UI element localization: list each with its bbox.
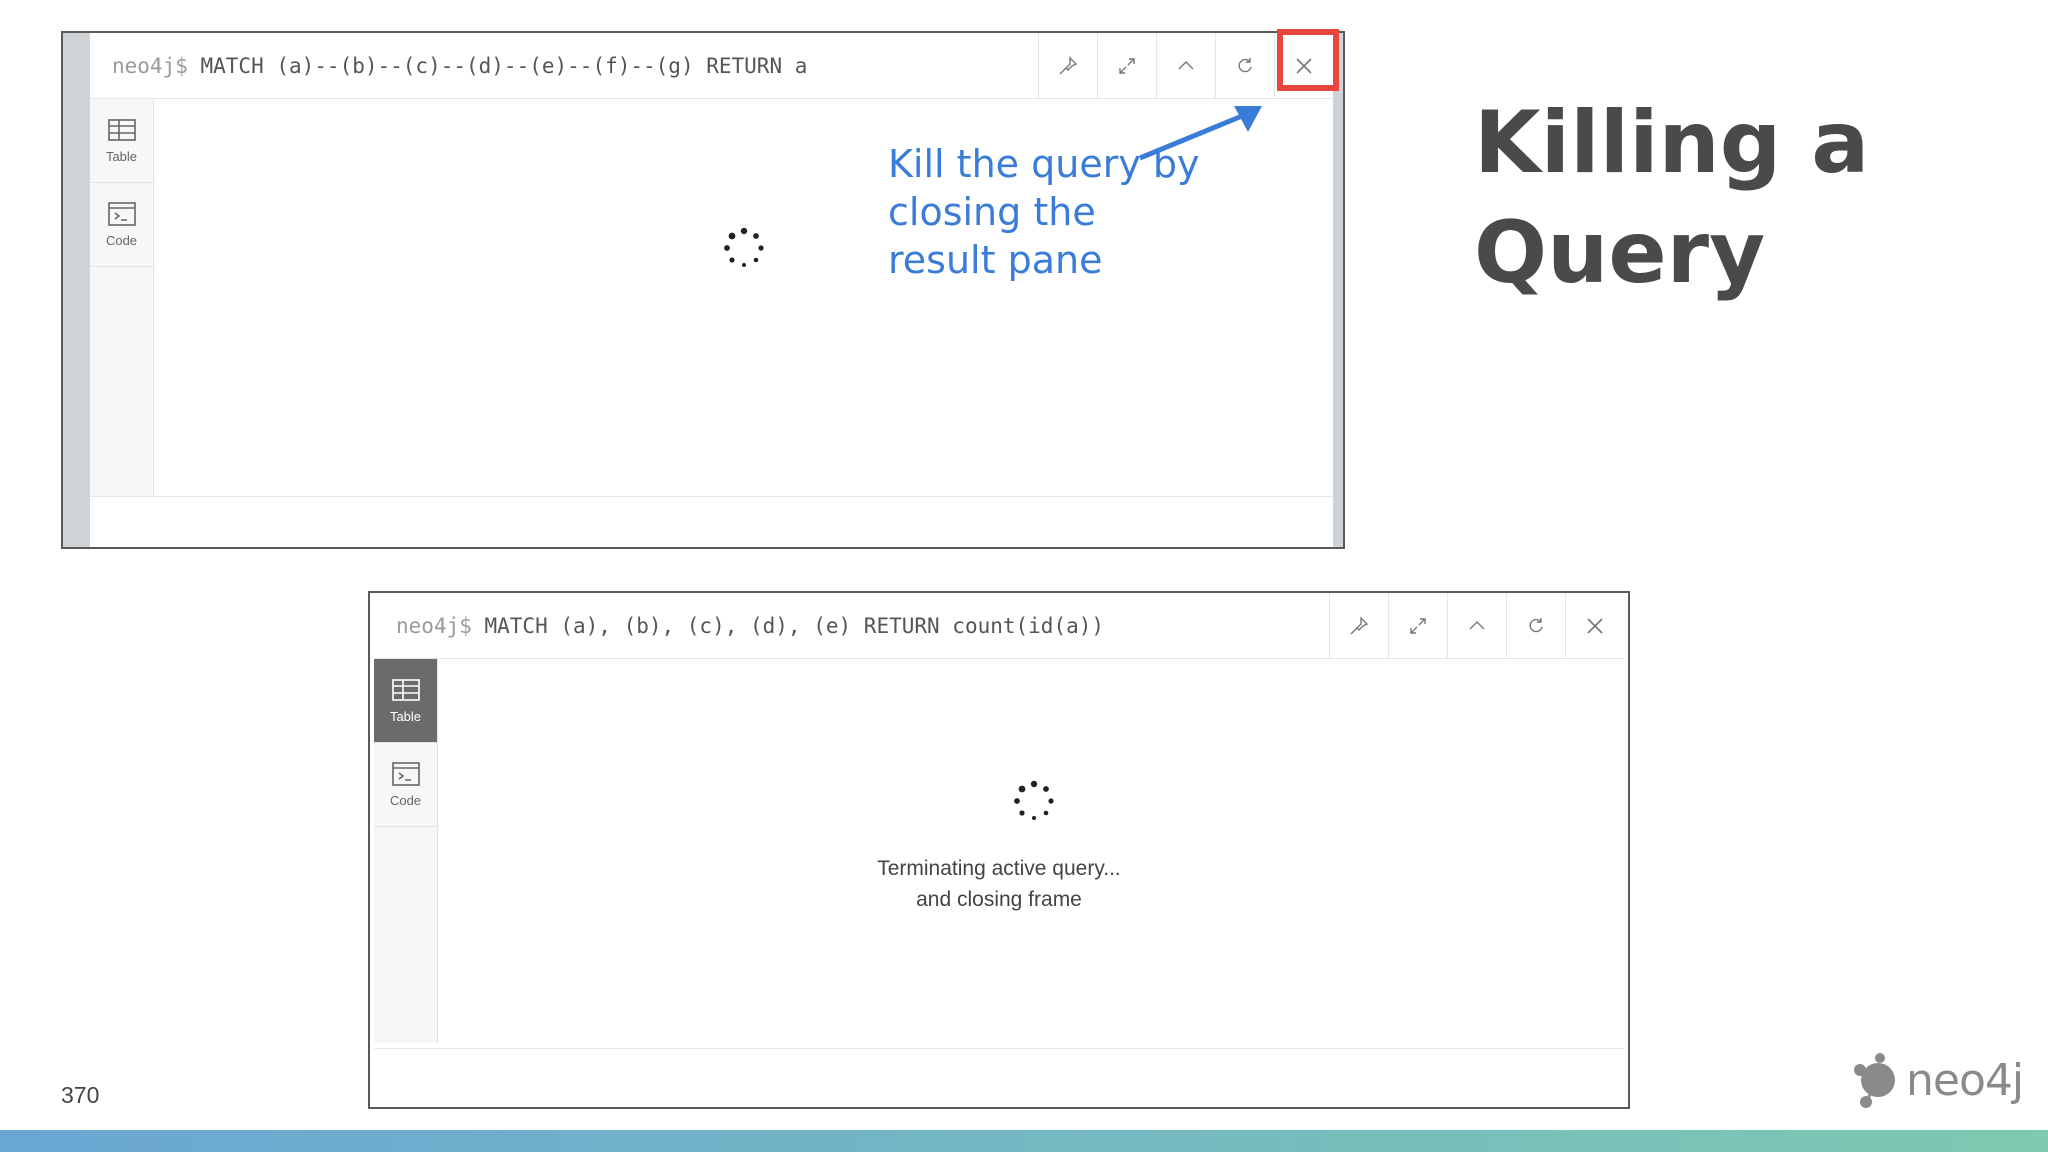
spinner-icon	[1014, 780, 1054, 820]
frame-header: neo4j$ MATCH (a)--(b)--(c)--(d)--(e)--(f…	[90, 29, 1339, 99]
frame-header: neo4j$ MATCH (a), (b), (c), (d), (e) RET…	[374, 593, 1624, 659]
code-icon	[391, 762, 420, 786]
table-icon	[107, 119, 136, 141]
frame-toolbar	[1038, 29, 1339, 99]
expand-button[interactable]	[1097, 33, 1156, 99]
collapse-button[interactable]	[1156, 33, 1215, 99]
footer-gradient-bar	[0, 1130, 2048, 1152]
expand-icon	[1410, 618, 1426, 634]
frame-sidebar: Table Code	[374, 659, 438, 1043]
prompt-label: neo4j$	[112, 54, 188, 78]
annotation-line: result pane	[888, 238, 1103, 282]
frame-right-scrollbar[interactable]	[1333, 33, 1343, 547]
spinner-icon	[724, 227, 764, 267]
chevron-up-icon	[1469, 621, 1485, 630]
pin-icon	[1059, 56, 1078, 75]
loading-spinner	[722, 226, 766, 275]
title-line: Killing a	[1474, 93, 1870, 193]
table-icon	[391, 679, 420, 701]
page-number: 370	[61, 1082, 100, 1108]
slide-title: Killing a Query	[1474, 88, 1869, 308]
rerun-button[interactable]	[1215, 33, 1274, 99]
annotation-arrow	[1139, 106, 1262, 161]
terminating-message: Terminating active query... and closing …	[370, 853, 1628, 915]
close-button[interactable]	[1274, 29, 1339, 99]
neo4j-logo: neo4j	[1850, 1050, 2024, 1110]
frame-footer	[374, 1048, 1624, 1107]
sidebar-item-table[interactable]: Table	[374, 659, 437, 743]
refresh-icon	[1529, 618, 1543, 633]
sidebar-item-label: Code	[105, 233, 138, 248]
close-icon	[1587, 618, 1603, 634]
logo-text: neo4j	[1906, 1054, 2024, 1106]
query-text[interactable]: neo4j$ MATCH (a)--(b)--(c)--(d)--(e)--(f…	[112, 33, 807, 99]
pin-icon	[1350, 616, 1369, 635]
expand-icon	[1119, 58, 1135, 74]
expand-button[interactable]	[1388, 593, 1447, 659]
frame-left-strip	[63, 33, 90, 547]
query-string: MATCH (a)--(b)--(c)--(d)--(e)--(f)--(g) …	[187, 54, 808, 78]
chevron-up-icon	[1178, 61, 1194, 70]
frame-footer	[90, 496, 1333, 547]
query-text[interactable]: neo4j$ MATCH (a), (b), (c), (d), (e) RET…	[396, 593, 1104, 659]
pin-button[interactable]	[1038, 33, 1097, 99]
code-icon	[107, 202, 136, 226]
sidebar-item-label: Table	[105, 149, 138, 164]
loading-spinner	[1012, 779, 1056, 828]
query-string: MATCH (a), (b), (c), (d), (e) RETURN cou…	[471, 614, 1105, 638]
annotation-line: closing the	[888, 190, 1096, 234]
prompt-label: neo4j$	[396, 614, 472, 638]
close-highlight-box	[1277, 29, 1339, 91]
title-line: Query	[1474, 203, 1766, 303]
refresh-icon	[1238, 58, 1252, 73]
result-frame-2: neo4j$ MATCH (a), (b), (c), (d), (e) RET…	[368, 591, 1630, 1109]
status-line: and closing frame	[916, 888, 1082, 911]
close-button[interactable]	[1565, 593, 1624, 659]
frame-sidebar: Table Code	[90, 99, 154, 527]
sidebar-item-label: Table	[389, 709, 422, 724]
frame-toolbar	[1329, 593, 1624, 659]
collapse-button[interactable]	[1447, 593, 1506, 659]
sidebar-item-table[interactable]: Table	[90, 99, 153, 183]
status-line: Terminating active query...	[877, 857, 1121, 880]
neo4j-logo-icon	[1854, 1053, 1895, 1108]
sidebar-item-code[interactable]: Code	[374, 743, 437, 827]
pin-button[interactable]	[1329, 593, 1388, 659]
rerun-button[interactable]	[1506, 593, 1565, 659]
sidebar-item-label: Code	[389, 793, 422, 808]
sidebar-item-code[interactable]: Code	[90, 183, 153, 267]
